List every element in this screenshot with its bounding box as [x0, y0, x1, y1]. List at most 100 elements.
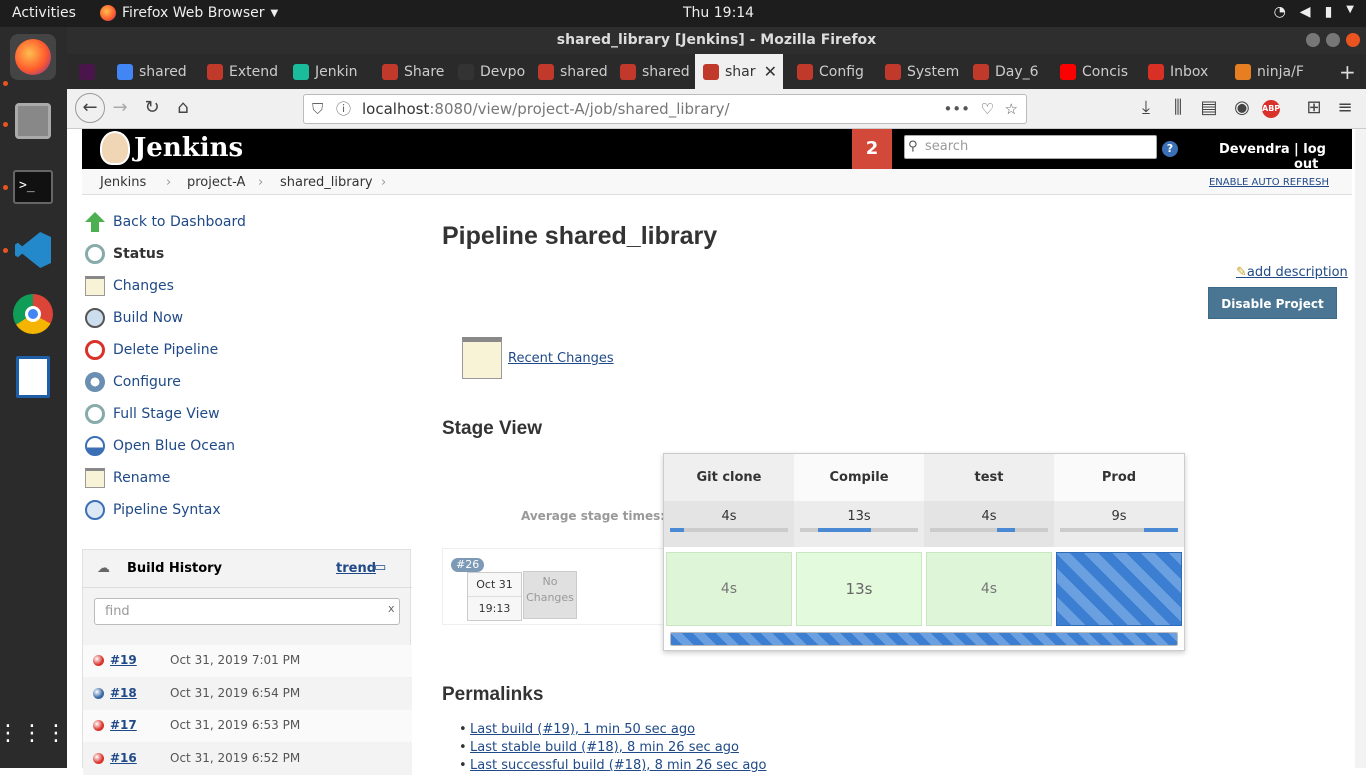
clear-filter-icon[interactable]: x	[388, 602, 395, 615]
jenkins-logo[interactable]: Jenkins	[100, 131, 243, 165]
disable-project-button[interactable]: Disable Project	[1208, 287, 1337, 319]
writer-dock-icon[interactable]	[10, 354, 56, 400]
build-date[interactable]: Oct 31, 2019 7:01 PM	[170, 653, 300, 667]
recent-changes-link[interactable]: Recent Changes	[462, 337, 614, 379]
close-window-button[interactable]	[1346, 33, 1360, 47]
auto-refresh-link[interactable]: ENABLE AUTO REFRESH	[1209, 177, 1329, 188]
build-date[interactable]: Oct 31, 2019 6:54 PM	[170, 686, 300, 700]
minus-icon[interactable]: ▭	[374, 560, 386, 575]
tab-item[interactable]: shared	[109, 54, 197, 89]
permalink-link[interactable]: Last build (#19), 1 min 50 sec ago	[459, 722, 695, 737]
build-date[interactable]: Oct 31, 2019 6:52 PM	[170, 751, 300, 765]
page-actions-icon[interactable]: •••	[943, 95, 970, 123]
sidebar-item-rename[interactable]: Rename	[85, 468, 170, 488]
tab-item[interactable]: Share	[374, 54, 448, 89]
add-description-link[interactable]: ✎add description	[1236, 265, 1348, 280]
reload-button[interactable]: ↻	[140, 97, 164, 118]
breadcrumb-jenkins[interactable]: Jenkins	[100, 175, 146, 190]
breadcrumb-project[interactable]: project-A	[187, 175, 245, 190]
build-run-row[interactable]: #26 Oct 31 19:13 No Changes	[442, 548, 663, 625]
adblock-icon[interactable]: ABP	[1262, 100, 1280, 118]
app-menu[interactable]: Firefox Web Browser ▼	[100, 5, 278, 21]
tab-item[interactable]: Extend	[199, 54, 283, 89]
tab-item[interactable]: Jenkin	[285, 54, 371, 89]
sidebar-icon[interactable]: ▤	[1197, 97, 1221, 118]
notification-badge[interactable]: 2	[852, 129, 892, 169]
tab-item[interactable]: ninja/F	[1227, 54, 1317, 89]
sidebar-item-full-stage-view[interactable]: Full Stage View	[85, 404, 220, 424]
stage-cell[interactable]: 13s	[796, 552, 922, 626]
sidebar-item-delete-pipeline[interactable]: Delete Pipeline	[85, 340, 218, 360]
tab-item[interactable]: shared	[612, 54, 694, 89]
logout-link[interactable]: | log out	[1294, 142, 1352, 172]
terminal-dock-icon[interactable]: >_	[10, 164, 56, 210]
permalink-link[interactable]: Last stable build (#18), 8 min 26 sec ag…	[459, 740, 739, 755]
extensions-icon[interactable]: ⊞	[1302, 97, 1326, 118]
activities-button[interactable]: Activities	[12, 5, 76, 21]
downloads-icon[interactable]: ⤓	[1134, 97, 1158, 118]
tab-item[interactable]	[71, 54, 107, 89]
account-icon[interactable]: ◉	[1230, 97, 1254, 118]
build-link[interactable]: #16	[110, 751, 137, 765]
show-apps-button[interactable]: ⋮⋮⋮	[0, 711, 67, 757]
vscode-dock-icon[interactable]	[10, 227, 56, 273]
chevron-right-icon[interactable]: ›	[381, 175, 386, 190]
sidebar-item-pipeline-syntax[interactable]: Pipeline Syntax	[85, 500, 221, 520]
clock[interactable]: Thu 19:14	[683, 5, 754, 21]
tab-item[interactable]: Devpo	[450, 54, 528, 89]
chrome-dock-icon[interactable]	[10, 291, 56, 337]
tab-label: Config	[819, 63, 864, 80]
page-title: Pipeline shared_library	[442, 222, 718, 250]
chevron-right-icon[interactable]: ›	[258, 175, 263, 190]
stage-cell[interactable]	[1056, 552, 1182, 626]
maximize-button[interactable]	[1326, 33, 1340, 47]
new-tab-button[interactable]: +	[1339, 60, 1356, 84]
stage-cell[interactable]: 4s	[666, 552, 792, 626]
stage-header: Prod	[1054, 454, 1184, 501]
sidebar-item-build-now[interactable]: Build Now	[85, 308, 183, 328]
close-tab-icon[interactable]: ✕	[764, 62, 777, 81]
minimize-button[interactable]	[1306, 33, 1320, 47]
sidebar-item-configure[interactable]: Configure	[85, 372, 181, 392]
sidebar-item-changes[interactable]: Changes	[85, 276, 174, 296]
sidebar-item-back-to-dashboard[interactable]: Back to Dashboard	[85, 212, 246, 232]
tab-item[interactable]: Config	[789, 54, 875, 89]
trend-link[interactable]: trend	[336, 561, 376, 576]
library-icon[interactable]: ⫼	[1166, 97, 1190, 118]
edit-icon: ✎	[1236, 265, 1247, 280]
tab-item[interactable]: Day_6	[965, 54, 1050, 89]
build-date[interactable]: Oct 31, 2019 6:53 PM	[170, 718, 300, 732]
pocket-icon[interactable]: ♡	[981, 95, 994, 123]
files-dock-icon[interactable]	[10, 98, 56, 144]
home-button[interactable]: ⌂	[171, 97, 195, 118]
permalink-link[interactable]: Last successful build (#18), 8 min 26 se…	[459, 758, 766, 773]
tab-item[interactable]: Inbox	[1140, 54, 1225, 89]
sidebar-item-status[interactable]: Status	[85, 244, 164, 264]
system-tray[interactable]: ◔ ◀ ▮ ▼	[1274, 4, 1354, 20]
build-filter-input[interactable]: find	[94, 598, 400, 625]
breadcrumb-job[interactable]: shared_library	[280, 175, 373, 190]
back-button[interactable]: ←	[75, 93, 105, 123]
tab-favicon-icon	[797, 63, 813, 80]
url-bar[interactable]: ⛉ ⓘ localhost:8080/view/project-A/job/sh…	[303, 94, 1027, 124]
user-link[interactable]: Devendra	[1219, 142, 1290, 157]
firefox-dock-icon[interactable]	[10, 34, 56, 80]
stage-cell[interactable]: 4s	[926, 552, 1052, 626]
tab-item[interactable]: System	[877, 54, 963, 89]
sidebar-item-open-blue-ocean[interactable]: Open Blue Ocean	[85, 436, 235, 456]
help-icon[interactable]: ?	[1162, 141, 1178, 157]
bookmark-star-icon[interactable]: ☆	[1005, 95, 1018, 123]
tab-item[interactable]: shared	[530, 54, 610, 89]
build-link[interactable]: #17	[110, 718, 137, 732]
chevron-right-icon[interactable]: ›	[166, 175, 171, 190]
sidebar-item-label: Configure	[113, 374, 181, 390]
vertical-scrollbar[interactable]	[1355, 129, 1366, 768]
build-link[interactable]: #18	[110, 686, 137, 700]
tab-item[interactable]: shar ✕	[695, 54, 783, 89]
search-input[interactable]: ⚲ search	[904, 135, 1157, 159]
build-link[interactable]: #19	[110, 653, 137, 667]
menu-icon[interactable]: ≡	[1333, 97, 1357, 118]
forward-button[interactable]: →	[108, 97, 132, 118]
run-badge[interactable]: #26	[451, 558, 485, 572]
tab-item[interactable]: Concis	[1052, 54, 1138, 89]
